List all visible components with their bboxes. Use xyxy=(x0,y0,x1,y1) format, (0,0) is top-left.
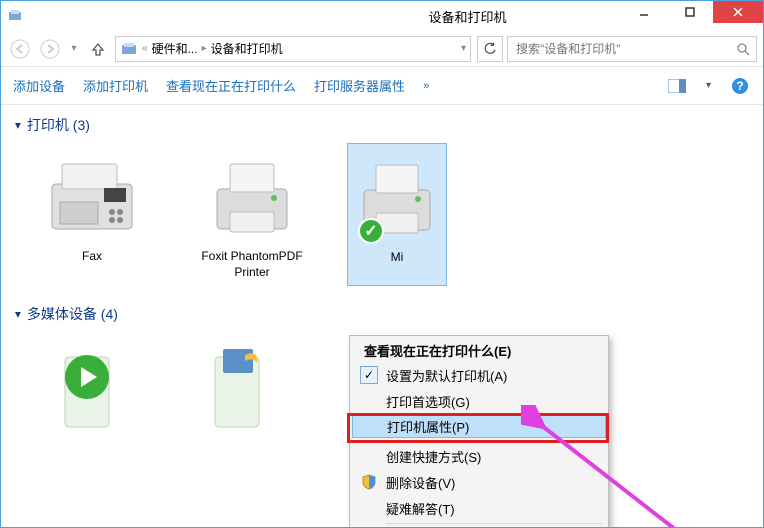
printer-icon: ✓ xyxy=(352,150,442,250)
ctx-label: 打印首选项(G) xyxy=(386,392,470,411)
device-item-media[interactable] xyxy=(27,332,147,442)
group-header-multimedia[interactable]: ▲ 多媒体设备 (4) xyxy=(13,304,751,324)
device-item-default-printer[interactable]: ✓ Mi xyxy=(347,143,447,286)
collapse-arrow-icon: ▲ xyxy=(13,120,23,131)
context-menu: 查看现在正在打印什么(E) ✓ 设置为默认打印机(A) 打印首选项(G) 打印机… xyxy=(349,335,609,527)
cmd-server-properties[interactable]: 打印服务器属性 xyxy=(314,76,405,95)
window: 设备和打印机 ▾ « 硬件和.. xyxy=(0,0,764,528)
ctx-set-default[interactable]: ✓ 设置为默认打印机(A) xyxy=(352,362,606,388)
window-title: 设备和打印机 xyxy=(314,7,621,26)
cmd-add-device[interactable]: 添加设备 xyxy=(13,76,65,95)
ctx-create-shortcut[interactable]: 创建快捷方式(S) xyxy=(352,443,606,469)
nav-up-button[interactable] xyxy=(85,36,111,62)
cmd-add-printer[interactable]: 添加打印机 xyxy=(83,76,148,95)
default-check-icon: ✓ xyxy=(358,218,384,244)
ctx-properties[interactable]: 属性(R) xyxy=(352,526,606,527)
app-icon xyxy=(7,8,23,24)
search-icon xyxy=(736,42,750,56)
group-header-printers[interactable]: ▲ 打印机 (3) xyxy=(13,115,751,135)
device-item-media[interactable] xyxy=(177,332,297,442)
ctx-troubleshoot[interactable]: 疑难解答(T) xyxy=(352,495,606,521)
device-item-foxit[interactable]: Foxit PhantomPDF Printer xyxy=(187,143,317,286)
search-box[interactable] xyxy=(507,36,757,62)
ctx-label: 疑难解答(T) xyxy=(386,499,455,518)
menu-separator xyxy=(386,523,602,524)
refresh-button[interactable] xyxy=(477,36,503,62)
check-icon: ✓ xyxy=(360,366,378,384)
maximize-button[interactable] xyxy=(667,1,713,23)
nav-back-button[interactable] xyxy=(7,36,33,62)
printer-icon xyxy=(197,149,307,249)
cmd-more-button[interactable]: » xyxy=(423,80,429,92)
group-multimedia-label: 多媒体设备 (4) xyxy=(27,304,118,324)
ctx-label: 打印机属性(P) xyxy=(387,417,469,436)
group-printers-label: 打印机 (3) xyxy=(27,115,90,135)
svg-text:?: ? xyxy=(736,79,743,93)
search-input[interactable] xyxy=(514,41,736,57)
titlebar-left xyxy=(1,8,314,24)
ctx-label: 创建快捷方式(S) xyxy=(386,447,481,466)
ctx-label: 查看现在正在打印什么(E) xyxy=(364,341,511,360)
shield-icon xyxy=(360,473,378,491)
breadcrumb-hardware[interactable]: 硬件和... xyxy=(152,40,198,57)
device-label: Foxit PhantomPDF Printer xyxy=(193,249,311,280)
collapse-arrow-icon: ▲ xyxy=(13,309,23,320)
command-bar: 添加设备 添加打印机 查看现在正在打印什么 打印服务器属性 » ▾ ? xyxy=(1,67,763,105)
breadcrumb[interactable]: « 硬件和... ▸ 设备和打印机 ▾ xyxy=(115,36,471,62)
fax-icon xyxy=(37,149,147,249)
cmd-see-printing[interactable]: 查看现在正在打印什么 xyxy=(166,76,296,95)
close-button[interactable] xyxy=(713,1,763,23)
ctx-printer-properties[interactable]: 打印机属性(P) xyxy=(352,414,606,438)
ctx-label: 删除设备(V) xyxy=(386,473,455,492)
nav-recent-dropdown[interactable]: ▾ xyxy=(67,36,81,62)
menu-separator xyxy=(386,440,602,441)
ctx-see-printing[interactable]: 查看现在正在打印什么(E) xyxy=(352,338,606,362)
ctx-label: 设置为默认打印机(A) xyxy=(386,366,507,385)
ctx-remove-device[interactable]: 删除设备(V) xyxy=(352,469,606,495)
printers-list: Fax Foxit PhantomPDF Printer xyxy=(13,143,751,286)
device-item-fax[interactable]: Fax xyxy=(27,143,157,286)
device-label: Mi xyxy=(391,250,404,266)
chevron-right-icon: ▸ xyxy=(202,43,207,54)
device-label: Fax xyxy=(82,249,102,265)
address-bar-row: ▾ « 硬件和... ▸ 设备和打印机 ▾ xyxy=(1,31,763,67)
nav-forward-button[interactable] xyxy=(37,36,63,62)
chevron-down-icon[interactable]: ▾ xyxy=(706,80,711,91)
devices-icon xyxy=(120,40,138,58)
titlebar: 设备和打印机 xyxy=(1,1,763,31)
ctx-printing-prefs[interactable]: 打印首选项(G) xyxy=(352,388,606,414)
preview-pane-button[interactable] xyxy=(666,75,688,97)
breadcrumb-dropdown-icon[interactable]: ▾ xyxy=(461,43,466,54)
minimize-button[interactable] xyxy=(621,1,667,23)
window-buttons xyxy=(621,1,763,31)
chevron-icon: « xyxy=(142,43,148,54)
help-button[interactable]: ? xyxy=(729,75,751,97)
breadcrumb-devices[interactable]: 设备和打印机 xyxy=(211,40,283,57)
content-area: ▲ 打印机 (3) Fax xyxy=(1,105,763,527)
